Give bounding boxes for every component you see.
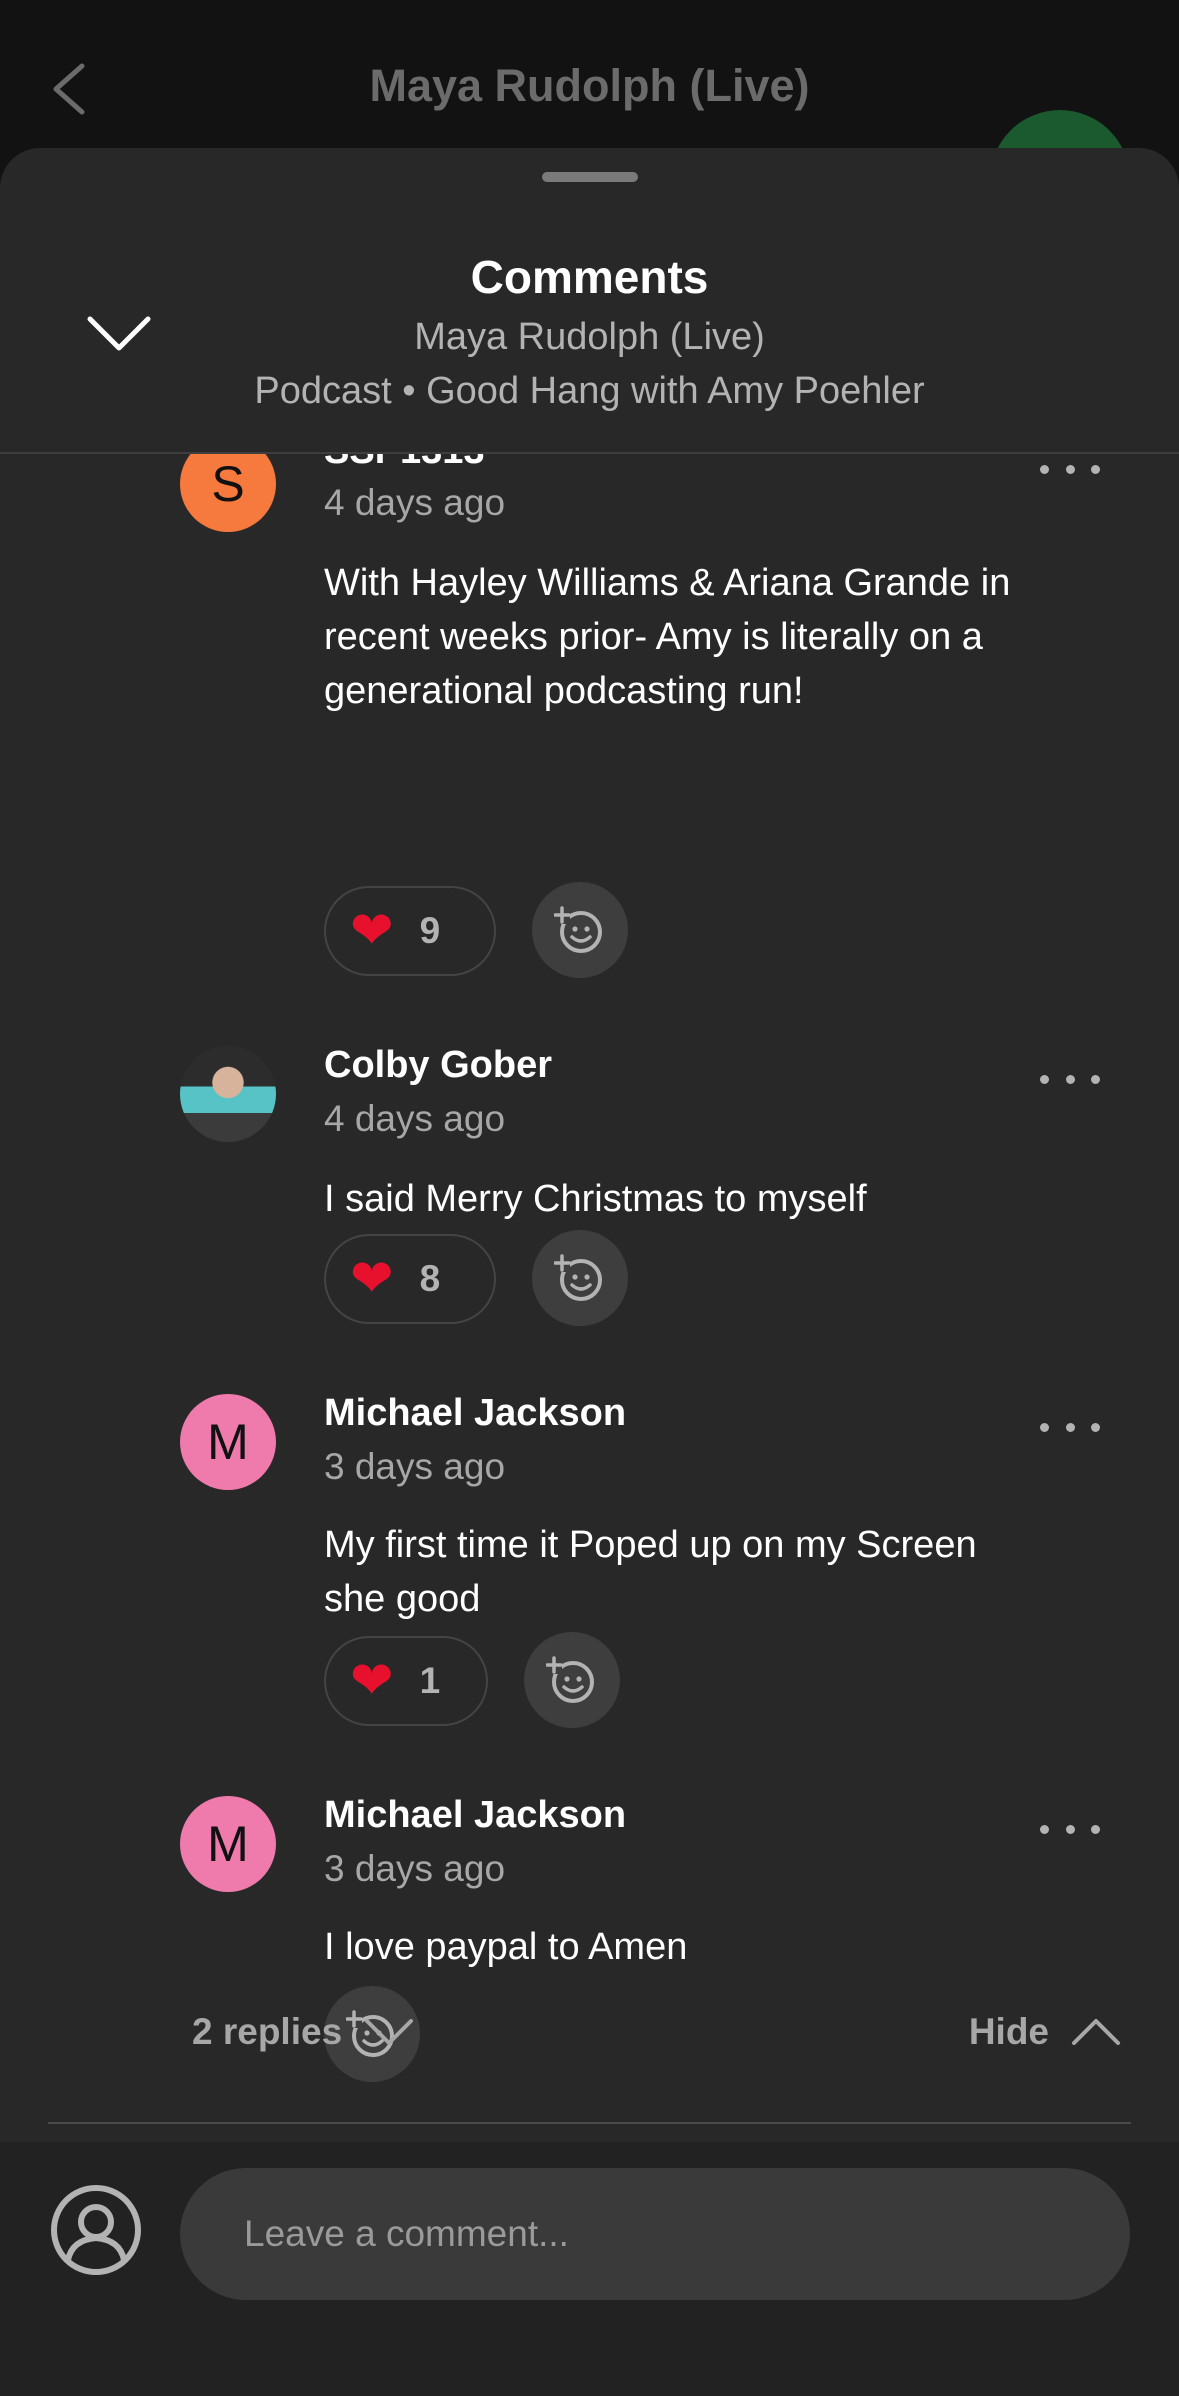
add-reaction-button[interactable]: [524, 1632, 620, 1728]
comments-sheet: Comments Maya Rudolph (Live) Podcast • G…: [0, 148, 1179, 2396]
comment-time: 3 days ago: [324, 1848, 506, 1889]
more-options-button[interactable]: [1040, 1814, 1100, 1844]
comment-time: 3 days ago: [324, 1446, 506, 1487]
comment-time: 4 days ago: [324, 1098, 506, 1139]
heart-icon: ❤: [350, 902, 394, 960]
reaction-button[interactable]: ❤ 9: [324, 886, 496, 976]
reaction-button[interactable]: ❤ 8: [324, 1234, 496, 1324]
chevron-up-icon: [1072, 2019, 1120, 2045]
avatar[interactable]: M: [180, 1394, 276, 1490]
comment-text: My first time it Poped up on my Screen s…: [324, 1524, 977, 1620]
comment-text: With Hayley Williams & Ariana Grande in …: [324, 562, 1011, 712]
add-reaction-button[interactable]: [532, 882, 628, 978]
more-options-button[interactable]: [1040, 454, 1100, 484]
add-reaction-icon: [554, 906, 602, 953]
reaction-count: 1: [419, 1660, 441, 1701]
replies-row: 2 replies Hide: [0, 1992, 1179, 2072]
sheet-title: Comments: [470, 251, 709, 303]
comment-text: I love paypal to Amen: [324, 1926, 688, 1968]
sheet-grabber[interactable]: [542, 172, 638, 182]
comment-author[interactable]: Colby Gober: [324, 1044, 552, 1087]
sheet-subtitle: Podcast • Good Hang with Amy Poehler: [254, 370, 925, 412]
hide-label: Hide: [968, 2011, 1049, 2052]
divider: [48, 2122, 1131, 2124]
add-reaction-button[interactable]: [532, 1230, 628, 1326]
heart-icon: ❤: [350, 1652, 394, 1710]
comment-author[interactable]: Michael Jackson: [324, 1392, 626, 1435]
reaction-button[interactable]: ❤ 1: [324, 1636, 488, 1726]
avatar[interactable]: M: [180, 1796, 276, 1892]
add-reaction-icon: [554, 1254, 602, 1301]
show-replies-button[interactable]: 2 replies: [192, 1992, 414, 2072]
hide-replies-button[interactable]: Hide: [969, 1992, 1121, 2072]
reaction-count: 8: [419, 1258, 441, 1299]
comment-composer: [0, 2142, 1179, 2396]
comment-time: 4 days ago: [324, 482, 506, 523]
comment-input[interactable]: [180, 2168, 1130, 2300]
comment-author[interactable]: SSP1313: [324, 454, 485, 473]
sheet-episode-name: Maya Rudolph (Live): [414, 316, 765, 358]
more-options-button[interactable]: [1040, 1064, 1100, 1094]
replies-label: 2 replies: [192, 2011, 343, 2052]
avatar[interactable]: S: [180, 454, 276, 532]
add-reaction-icon: [546, 1656, 594, 1703]
more-options-button[interactable]: [1040, 1412, 1100, 1442]
comments-list[interactable]: S SSP1313 4 days ago With Hayley William…: [0, 454, 1179, 2140]
avatar[interactable]: [180, 1046, 276, 1142]
comment-author[interactable]: Michael Jackson: [324, 1794, 626, 1837]
episode-title: Maya Rudolph (Live): [369, 60, 810, 111]
user-avatar-icon[interactable]: [50, 2184, 142, 2276]
chevron-down-icon: [365, 2019, 414, 2045]
reaction-count: 9: [419, 910, 441, 951]
comment-text: I said Merry Christmas to myself: [324, 1178, 867, 1220]
heart-icon: ❤: [350, 1250, 394, 1308]
